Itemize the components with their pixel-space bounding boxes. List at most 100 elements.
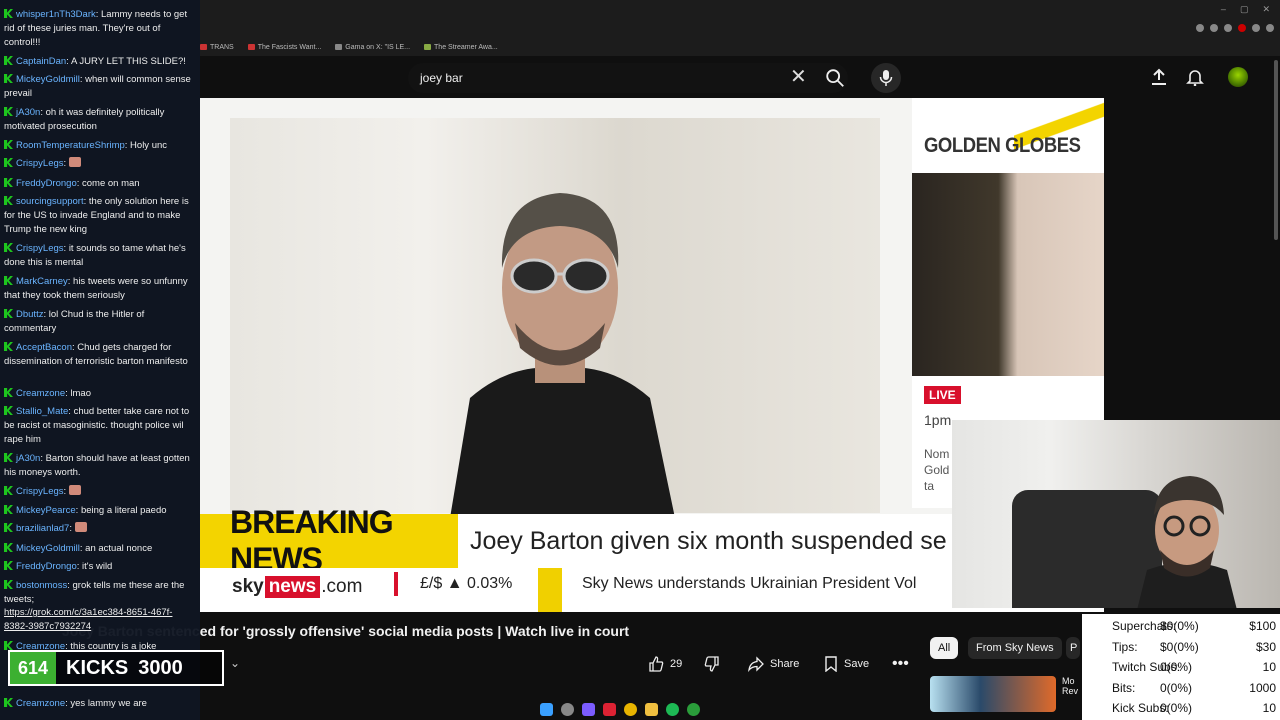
chat-username[interactable]: RoomTemperatureShrimp — [16, 140, 125, 151]
chevron-down-icon[interactable]: ⌄ — [230, 656, 240, 670]
chat-username[interactable]: jA30n — [16, 107, 40, 118]
chat-text: yes lammy we are — [70, 698, 147, 709]
kick-badge-icon — [4, 243, 13, 252]
chat-username[interactable]: sourcingsupport — [16, 196, 84, 207]
chat-message: https://grok.com/c/3a1ec384-8651-467f-83… — [4, 606, 196, 634]
extension-icon[interactable] — [1224, 24, 1232, 32]
scrollbar[interactable] — [1274, 60, 1278, 240]
chat-link[interactable]: https://grok.com/c/3a1ec384-8651-467f-83… — [4, 607, 172, 632]
bookmark[interactable]: The Fascists Want... — [247, 44, 321, 51]
kick-badge-icon — [4, 158, 13, 167]
chat-message: Stallio_Mate: chud better take care not … — [4, 406, 190, 445]
close-window-button[interactable]: ✕ — [1262, 4, 1270, 15]
chip-from-sky-news[interactable]: From Sky News — [968, 637, 1062, 659]
thumbs-down-icon — [704, 656, 719, 672]
extension-icon[interactable] — [1210, 24, 1218, 32]
chat-username[interactable]: CrispyLegs — [16, 243, 64, 254]
minimize-button[interactable]: – — [1221, 4, 1226, 15]
extension-tray — [1196, 24, 1274, 32]
chat-username[interactable]: CrispyLegs — [16, 158, 64, 169]
stat-goal: 1000 — [1249, 680, 1276, 695]
recommended-title[interactable]: Mo Rev — [1062, 676, 1082, 696]
voice-search-button[interactable] — [871, 63, 901, 93]
chat-message: bostonmoss: grok tells me these are the … — [4, 580, 185, 605]
spotify-icon[interactable] — [666, 702, 679, 716]
chat-username[interactable]: CaptainDan — [16, 56, 66, 67]
recommended-thumbnail[interactable] — [930, 676, 1056, 712]
search-query: joey bar — [420, 71, 463, 85]
chat-username[interactable]: Stallio_Mate — [16, 406, 68, 417]
chat-message: RoomTemperatureShrimp: Holy unc — [4, 139, 196, 153]
chat-text: an actual nonce — [85, 543, 153, 554]
more-actions-icon[interactable]: ••• — [892, 652, 909, 676]
share-button[interactable]: Share — [748, 652, 799, 676]
extension-icon[interactable] — [1266, 24, 1274, 32]
chat-username[interactable]: FreddyDrongo — [16, 561, 77, 572]
chat-message: jA30n: Barton should have at least gotte… — [4, 453, 190, 478]
avatar[interactable] — [1228, 67, 1248, 87]
chat-message: MickeyPearce: being a literal paedo — [4, 504, 196, 518]
stat-goal: 10 — [1262, 701, 1276, 715]
chip-all[interactable]: All — [930, 637, 959, 659]
stat-row: Bits: 0(0%) 1000 — [1082, 681, 1280, 699]
chat-username[interactable]: bostonmoss — [16, 580, 67, 591]
chat-username[interactable]: MickeyGoldmill — [16, 543, 80, 554]
kick-badge-icon — [4, 140, 13, 149]
stat-value: 0(0%) — [1160, 660, 1193, 674]
stat-label: Tips: — [1112, 639, 1138, 654]
like-count: 29 — [670, 658, 683, 670]
chat-message: CrispyLegs: it sounds so tame what he's … — [4, 243, 186, 268]
chat-message: Dbuttz: lol Chud is the Hitler of commen… — [4, 309, 145, 334]
panel-title: GOLDEN GLOBES — [924, 134, 1081, 157]
kick-badge-icon — [4, 580, 13, 589]
xbox-icon[interactable] — [687, 702, 700, 716]
chat-message: CrispyLegs: — [4, 485, 196, 499]
chat-username[interactable]: brazilianlad7 — [16, 523, 69, 534]
notification-bell-icon[interactable] — [1186, 68, 1204, 86]
chat-username[interactable]: jA30n — [16, 453, 40, 464]
chat-message: AcceptBacon: Chud gets charged for disse… — [4, 342, 188, 367]
folder-icon[interactable] — [645, 702, 658, 716]
chat-username[interactable]: MickeyGoldmill — [16, 74, 80, 85]
stat-value: $0(0%) — [1160, 619, 1199, 633]
chat-username[interactable]: AcceptBacon — [16, 342, 72, 353]
clear-search-icon[interactable]: ✕ — [790, 66, 807, 88]
app-icon[interactable] — [603, 702, 616, 716]
emote-icon — [68, 157, 81, 167]
bookmark[interactable]: The Streamer Awa... — [424, 44, 498, 51]
chat-username[interactable]: Creamzone — [16, 698, 65, 709]
bookmark[interactable]: Gama on X: "IS LE... — [335, 44, 410, 51]
stat-label: Bits: — [1112, 680, 1136, 695]
search-taskbar-icon[interactable] — [561, 702, 574, 716]
bookmarks-bar: TRANS The Fascists Want... Gama on X: "I… — [200, 40, 498, 54]
chip-next[interactable]: P — [1066, 637, 1080, 659]
stat-row: Tips: $0(0%) $30 — [1082, 640, 1280, 658]
ticker-separator — [538, 568, 562, 612]
chat-username[interactable]: whisper1nTh3Dark — [16, 9, 96, 20]
search-icon[interactable] — [824, 67, 846, 89]
sky-logo-prefix: sky — [232, 576, 264, 597]
chat-username[interactable]: CrispyLegs — [16, 486, 64, 497]
breaking-news-label: BREAKING NEWS — [200, 504, 458, 577]
ticker-text: Sky News understands Ukrainian President… — [582, 575, 917, 592]
extension-icon[interactable] — [1196, 24, 1204, 32]
like-button[interactable]: 29 — [648, 652, 682, 676]
kick-badge-icon — [4, 9, 13, 18]
chat-username[interactable]: FreddyDrongo — [16, 178, 77, 189]
chrome-icon[interactable] — [624, 702, 637, 716]
search-input[interactable]: joey bar — [408, 63, 848, 93]
chat-username[interactable]: Dbuttz — [16, 309, 43, 320]
chat-username[interactable]: MarkCarney — [16, 276, 68, 287]
maximize-button[interactable]: ▢ — [1240, 4, 1249, 15]
upload-icon[interactable] — [1150, 68, 1168, 86]
bookmark[interactable]: TRANS — [200, 44, 234, 51]
chat-username[interactable]: Creamzone — [16, 388, 65, 399]
extension-icon[interactable] — [1252, 24, 1260, 32]
kick-badge-icon — [4, 107, 13, 116]
extension-icon[interactable] — [1238, 24, 1246, 32]
app-icon[interactable] — [582, 702, 595, 716]
start-icon[interactable] — [540, 702, 553, 716]
save-button[interactable]: Save — [824, 652, 869, 676]
chat-username[interactable]: MickeyPearce — [16, 505, 76, 516]
dislike-button[interactable] — [704, 652, 720, 676]
